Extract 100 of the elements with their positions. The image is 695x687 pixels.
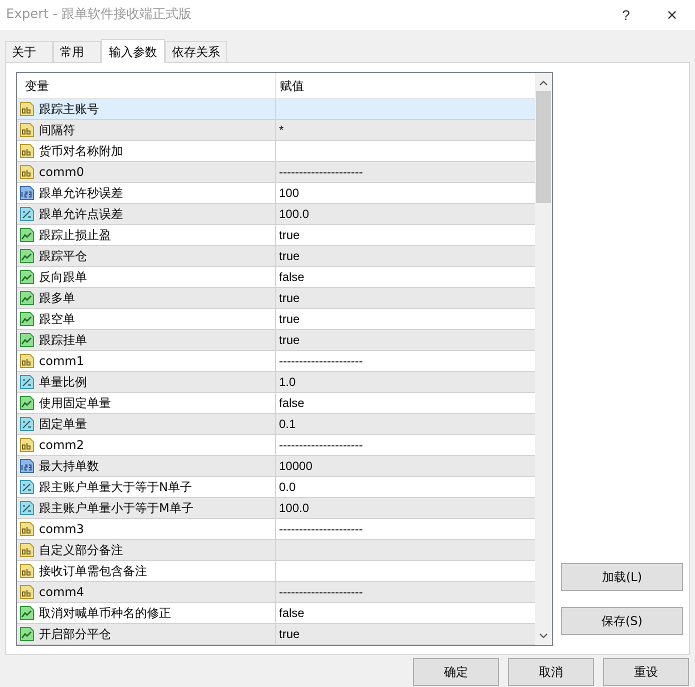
parameter-value: ---------------------	[279, 584, 363, 601]
parameter-row[interactable]: 跟踪止损止盈 true	[17, 225, 535, 246]
parameter-name: 反向跟单	[39, 269, 87, 286]
parameter-row[interactable]: 自定义部分备注	[17, 540, 535, 561]
parameter-value: true	[279, 290, 300, 307]
tab[interactable]: 输入参数	[101, 39, 165, 63]
text-type-icon	[19, 143, 35, 159]
parameter-row[interactable]: 货币对名称附加	[17, 141, 535, 162]
help-button[interactable]: ?	[603, 0, 649, 30]
side-button[interactable]: 保存(S)	[561, 607, 683, 635]
parameter-name: 使用固定单量	[39, 395, 111, 412]
parameter-row[interactable]: 间隔符 *	[17, 120, 535, 141]
parameter-row[interactable]: comm2 ---------------------	[17, 435, 535, 456]
text-type-icon	[19, 101, 35, 117]
parameter-row[interactable]: 跟主账户单量大于等于N单子 0.0	[17, 477, 535, 498]
parameter-name: 跟踪止损止盈	[39, 227, 111, 244]
parameter-value: true	[279, 227, 300, 244]
parameter-value: 100	[279, 185, 300, 202]
parameter-name: 开启部分平仓	[39, 626, 111, 643]
tab[interactable]: 依存关系	[165, 41, 227, 62]
parameter-value: false	[279, 605, 304, 622]
parameter-value: false	[279, 269, 304, 286]
text-type-icon	[19, 353, 35, 369]
parameter-name: 跟主账户单量大于等于N单子	[39, 479, 192, 496]
parameter-value: 10000	[279, 458, 312, 475]
parameter-value: true	[279, 311, 300, 328]
parameter-value: ---------------------	[279, 164, 363, 181]
parameter-value: 1.0	[279, 374, 296, 391]
parameter-name: 跟踪平仓	[39, 248, 87, 265]
parameter-row[interactable]: 固定单量 0.1	[17, 414, 535, 435]
parameter-row[interactable]: 使用固定单量 false	[17, 393, 535, 414]
parameter-name: comm4	[39, 584, 84, 601]
parameter-row[interactable]: 跟单允许秒误差 100	[17, 183, 535, 204]
column-header[interactable]: 赋值	[276, 73, 535, 98]
parameter-row[interactable]: 跟多单 true	[17, 288, 535, 309]
parameter-value: true	[279, 626, 300, 643]
parameter-row[interactable]: 跟踪挂单 true	[17, 330, 535, 351]
fraction-type-icon	[19, 416, 35, 432]
scroll-up-icon[interactable]	[539, 80, 548, 86]
parameter-value: true	[279, 248, 300, 265]
parameter-value: ---------------------	[279, 521, 363, 538]
parameter-row[interactable]: 跟踪平仓 true	[17, 246, 535, 267]
parameter-row[interactable]: 反向跟单 false	[17, 267, 535, 288]
parameter-row[interactable]: 单量比例 1.0	[17, 372, 535, 393]
parameter-name: 跟踪挂单	[39, 332, 87, 349]
parameter-name: 接收订单需包含备注	[39, 563, 147, 580]
fraction-type-icon	[19, 374, 35, 390]
parameter-row[interactable]: 最大持单数 10000	[17, 456, 535, 477]
scroll-down-icon[interactable]	[539, 633, 548, 639]
window-title: Expert - 跟单软件接收端正式版	[6, 6, 192, 24]
parameter-row[interactable]: 接收订单需包含备注	[17, 561, 535, 582]
scrollbar-thumb[interactable]	[536, 91, 551, 203]
close-button[interactable]: ×	[649, 0, 695, 30]
parameter-value: true	[279, 332, 300, 349]
dialog-button[interactable]: 重设	[603, 658, 689, 686]
scrollbar[interactable]	[535, 73, 552, 645]
parameter-name: 最大持单数	[39, 458, 99, 475]
parameter-name: 跟主账户单量小于等于M单子	[39, 500, 194, 517]
parameter-name: 间隔符	[39, 122, 75, 139]
parameter-row[interactable]: comm4 ---------------------	[17, 582, 535, 603]
parameter-row[interactable]: comm3 ---------------------	[17, 519, 535, 540]
parameter-value: ---------------------	[279, 437, 363, 454]
text-type-icon	[19, 164, 35, 180]
parameter-value: 100.0	[279, 500, 310, 517]
parameter-value: ---------------------	[279, 353, 363, 370]
text-type-icon	[19, 563, 35, 579]
parameter-name: 跟单允许点误差	[39, 206, 123, 223]
text-type-icon	[19, 437, 35, 453]
parameter-row[interactable]: 跟空单 true	[17, 309, 535, 330]
parameter-row[interactable]: comm0 ---------------------	[17, 162, 535, 183]
parameter-name: 货币对名称附加	[39, 143, 123, 160]
parameter-name: 单量比例	[39, 374, 87, 391]
parameter-row[interactable]: comm1 ---------------------	[17, 351, 535, 372]
parameter-row[interactable]: 跟主账户单量小于等于M单子 100.0	[17, 498, 535, 519]
dialog-button[interactable]: 取消	[508, 658, 594, 686]
tab[interactable]: 关于	[5, 41, 53, 62]
parameter-row[interactable]: 开启部分平仓 true	[17, 624, 535, 645]
parameter-row[interactable]: 取消对喊单币种名的修正 false	[17, 603, 535, 624]
parameter-name: comm0	[39, 164, 84, 181]
side-button[interactable]: 加载(L)	[561, 563, 683, 591]
parameter-row[interactable]: 跟踪主账号	[17, 99, 535, 120]
parameter-row[interactable]: 跟单允许点误差 100.0	[17, 204, 535, 225]
parameter-value: 100.0	[279, 206, 310, 223]
text-type-icon	[19, 584, 35, 600]
tab[interactable]: 常用	[53, 41, 101, 62]
parameter-value: 0.1	[279, 416, 296, 433]
parameter-value: false	[279, 395, 304, 412]
dialog-button[interactable]: 确定	[413, 658, 499, 686]
parameter-name: 取消对喊单币种名的修正	[39, 605, 171, 622]
parameter-name: comm2	[39, 437, 84, 454]
parameter-name: 跟踪主账号	[39, 101, 99, 118]
parameter-name: 自定义部分备注	[39, 542, 123, 559]
parameter-value: 0.0	[279, 479, 296, 496]
fraction-type-icon	[19, 206, 35, 222]
parameter-name: 跟单允许秒误差	[39, 185, 123, 202]
parameter-name: comm3	[39, 521, 84, 538]
parameter-name: comm1	[39, 353, 84, 370]
text-type-icon	[19, 542, 35, 558]
column-header[interactable]: 变量	[17, 73, 276, 98]
integer-type-icon	[19, 458, 35, 474]
